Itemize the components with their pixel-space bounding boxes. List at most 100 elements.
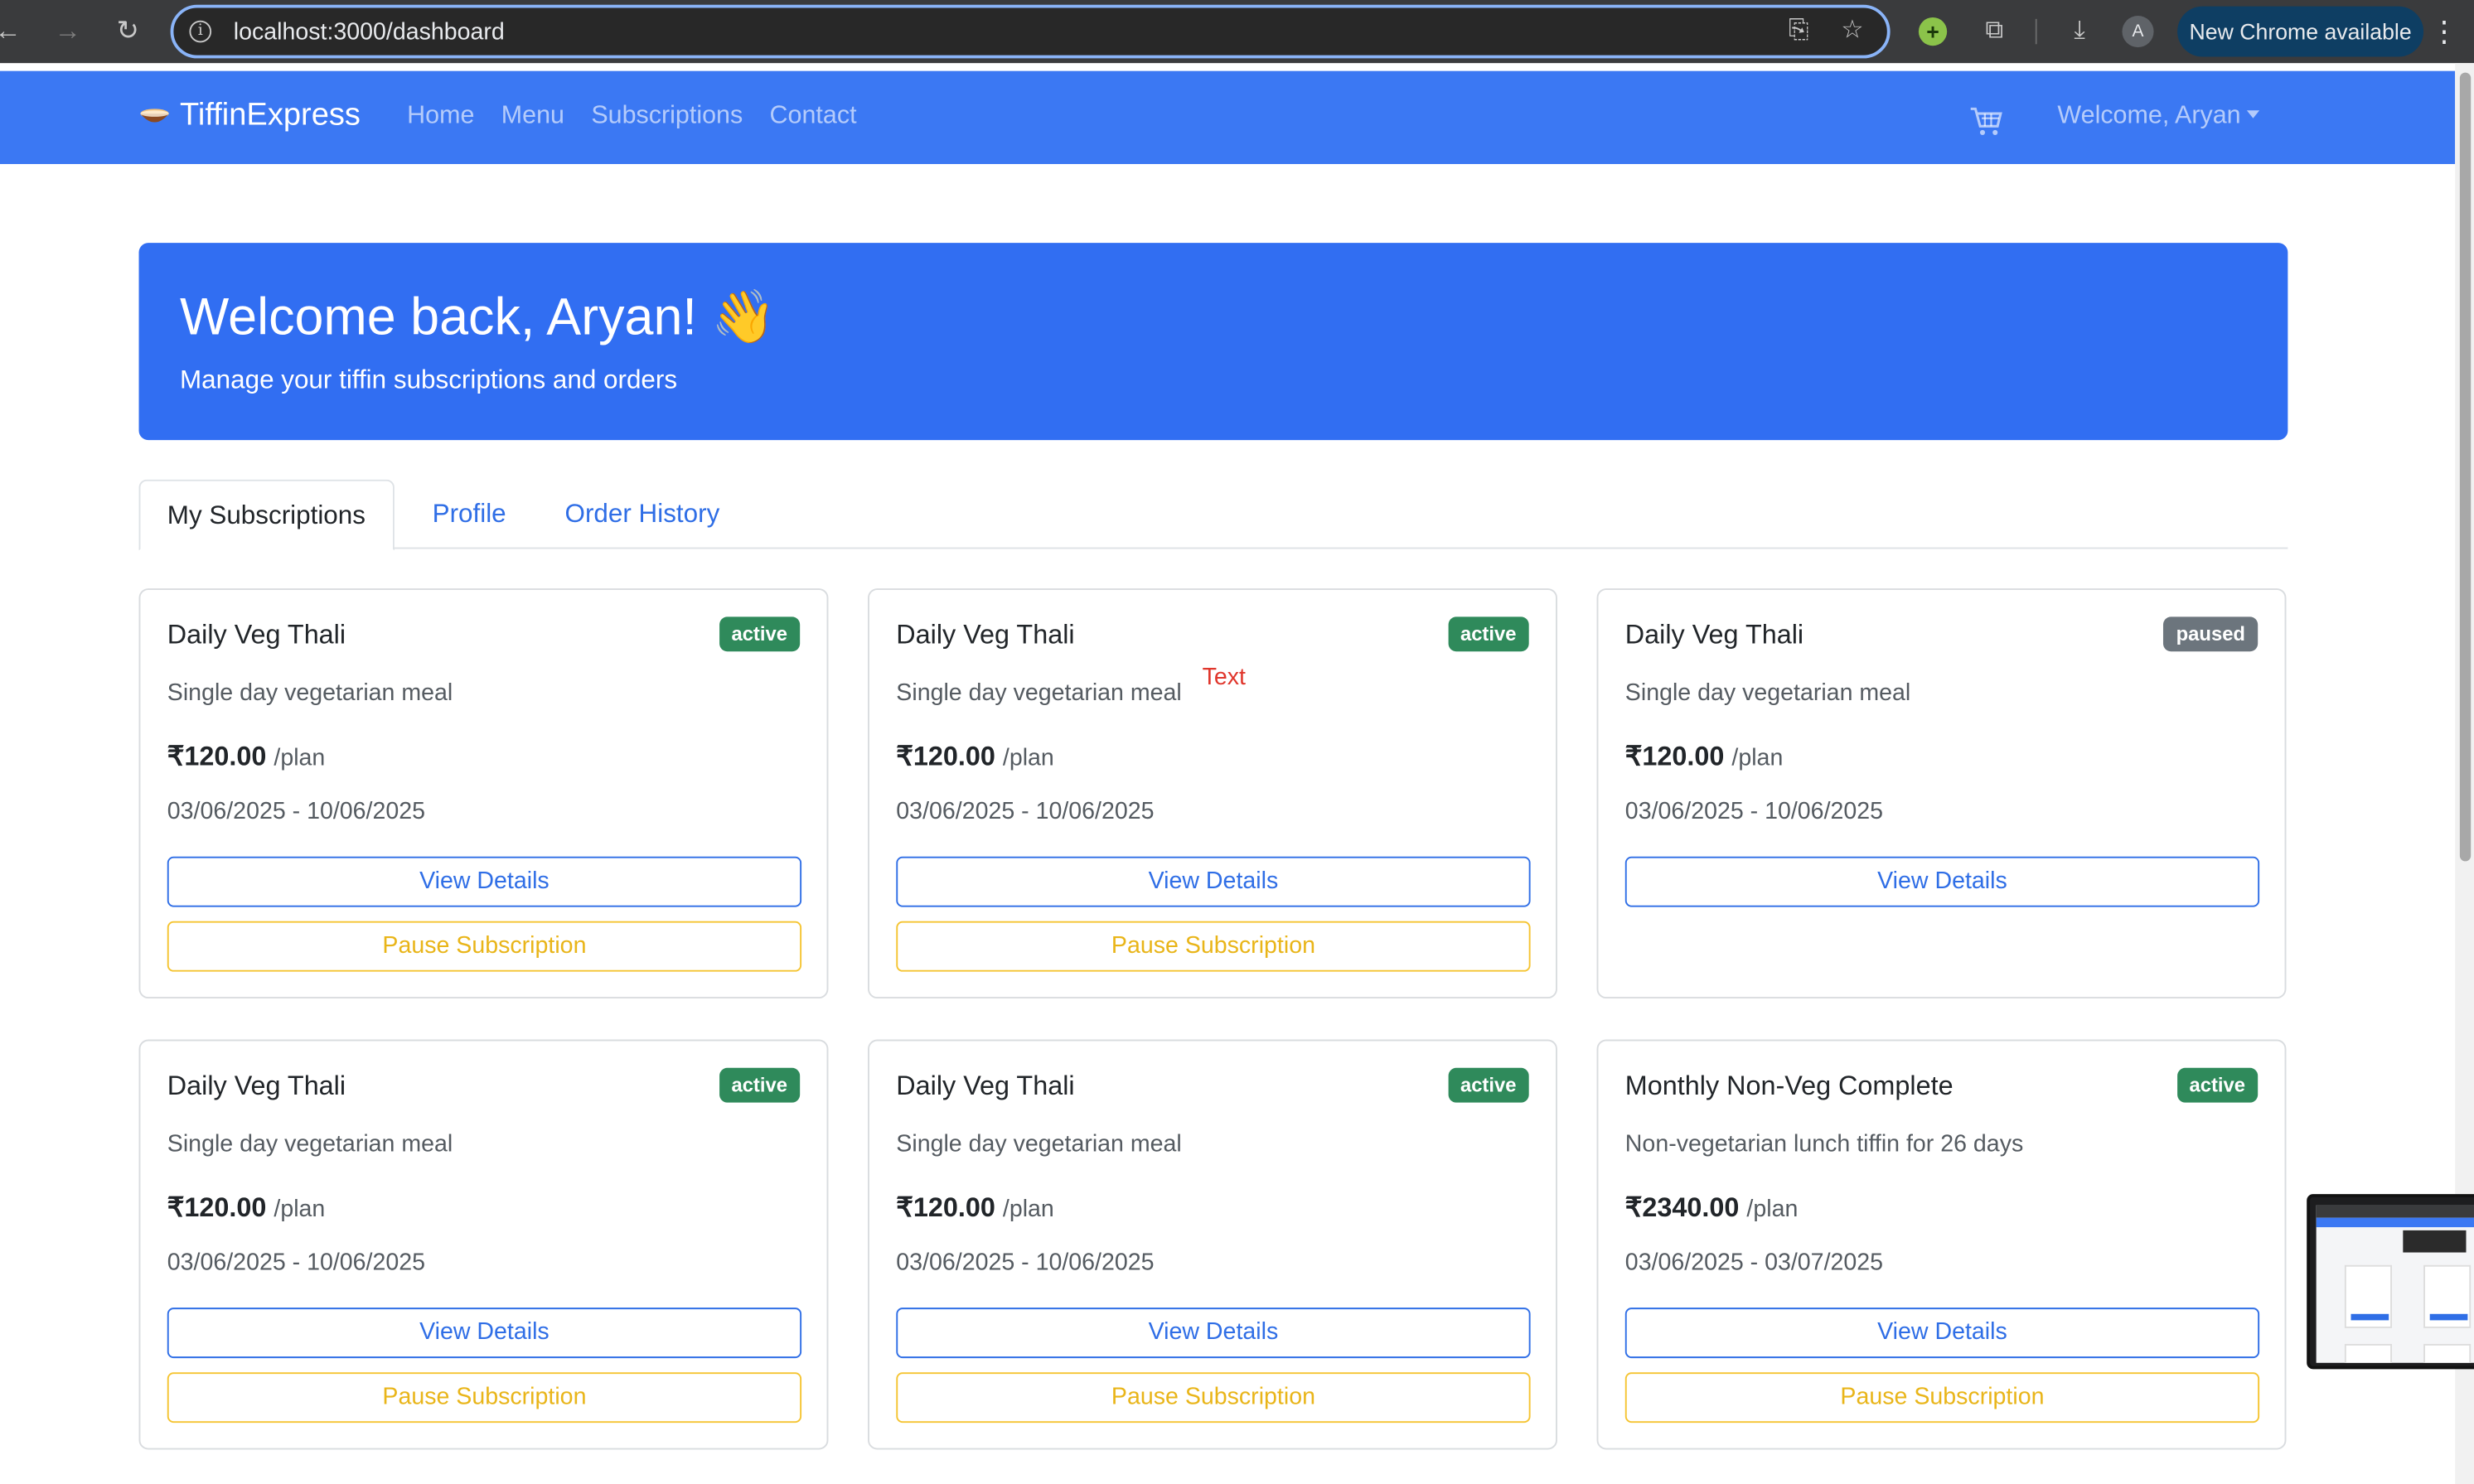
screen-preview-thumbnail[interactable] [2307,1194,2474,1370]
extension-plus-icon[interactable]: + [1918,17,1948,46]
install-app-icon[interactable]: ⎘ [1783,16,1814,47]
plan-price: ₹120.00 /plan [167,742,326,773]
price-unit: /plan [274,744,326,771]
thumbnail-button [2351,1313,2389,1321]
view-details-button[interactable]: View Details [167,856,802,907]
status-badge: active [2176,1067,2259,1103]
chrome-update-button[interactable]: New Chrome available [2177,6,2424,57]
toolbar-divider [2035,18,2037,45]
address-bar[interactable]: i localhost:3000/dashboard ⎘ ☆ [170,4,1891,59]
plan-title: Monthly Non-Veg Complete [1624,1071,1954,1101]
extensions-puzzle-icon[interactable]: ⧉ [1977,14,2012,49]
plan-price: ₹2340.00 /plan [1625,1192,1799,1224]
site-info-icon[interactable]: i [189,20,212,43]
status-badge: active [719,1067,801,1103]
plan-title: Daily Veg Thali [896,1071,1075,1101]
pause-subscription-button[interactable]: Pause Subscription [896,1372,1531,1424]
welcome-banner: Welcome back, Aryan! 👋 Manage your tiffi… [138,243,2288,441]
plan-description: Single day vegetarian meal [896,679,1182,707]
nav-link-home[interactable]: Home [407,103,474,131]
subscription-card: Monthly Non-Veg Complete active Non-vege… [1596,1039,2287,1450]
subscription-card: Daily Veg Thali active Single day vegeta… [868,588,1557,999]
subscription-card: Daily Veg Thali active Single day vegeta… [138,588,829,999]
plan-price: ₹120.00 /plan [167,1192,326,1224]
plan-price: ₹120.00 /plan [896,1192,1054,1224]
view-details-button[interactable]: View Details [896,856,1531,907]
plan-title: Daily Veg Thali [1624,620,1804,650]
price-unit: /plan [1746,1196,1799,1223]
welcome-heading: Welcome back, Aryan! 👋 [180,287,777,346]
screenshot-stage: ← → ↻ i localhost:3000/dashboard ⎘ ☆ + ⧉… [0,0,2474,1484]
pause-subscription-button[interactable]: Pause Subscription [167,1372,802,1424]
bookmark-star-icon[interactable]: ☆ [1837,16,1868,47]
plan-dates: 03/06/2025 - 10/06/2025 [167,1249,426,1277]
view-details-button[interactable]: View Details [1624,1308,2260,1359]
url-text[interactable]: localhost:3000/dashboard [234,19,505,46]
tiffin-bowl-icon [140,108,169,122]
plan-title: Daily Veg Thali [167,620,346,650]
pause-subscription-button[interactable]: Pause Subscription [896,921,1531,972]
subscription-card: Daily Veg Thali active Single day vegeta… [868,1039,1557,1450]
brand-link[interactable]: TiffinExpress [139,98,361,134]
profile-avatar[interactable]: A [2122,16,2154,48]
nav-link-contact[interactable]: Contact [770,103,857,131]
thumbnail-screen [2316,1205,2474,1363]
view-details-button[interactable]: View Details [167,1308,802,1359]
pause-subscription-button[interactable]: Pause Subscription [1624,1372,2260,1424]
tab-profile[interactable]: Profile [405,480,533,549]
chrome-menu-icon[interactable]: ⋮ [2430,14,2458,49]
subscription-card: Daily Veg Thali active Single day vegeta… [138,1039,829,1450]
thumbnail-card [2344,1264,2393,1328]
plan-description: Single day vegetarian meal [167,679,453,707]
thumbnail-popup [2403,1230,2467,1253]
plan-price: ₹120.00 /plan [1625,742,1784,773]
price-amount: ₹120.00 [167,1192,267,1223]
plan-title: Daily Veg Thali [896,620,1075,650]
status-badge: active [1447,1067,1529,1103]
brand-name: TiffinExpress [180,98,361,133]
price-amount: ₹120.00 [1624,741,1725,771]
back-arrow-icon[interactable]: ← [0,14,25,49]
nav-link-subscriptions[interactable]: Subscriptions [591,103,743,131]
dashboard-tabs: My Subscriptions Profile Order History [138,479,2288,551]
plan-description: Non-vegetarian lunch tiffin for 26 days [1624,1130,2024,1158]
price-amount: ₹120.00 [896,741,995,771]
nav-link-menu[interactable]: Menu [501,103,564,131]
pause-subscription-button[interactable]: Pause Subscription [167,921,802,972]
status-badge: paused [2163,616,2259,652]
plan-title: Daily Veg Thali [167,1071,346,1101]
subscription-card: Daily Veg Thali paused Single day vegeta… [1596,588,2287,999]
status-badge: active [1447,616,1529,652]
user-dropdown-label: Welcome, Aryan [2057,102,2241,130]
reload-icon[interactable]: ↻ [110,14,145,49]
price-unit: /plan [1002,744,1054,771]
thumbnail-toolbar [2316,1205,2474,1218]
price-amount: ₹2340.00 [1624,1192,1740,1223]
thumbnail-navbar [2316,1217,2474,1228]
thumbnail-card [2423,1343,2472,1363]
user-dropdown[interactable]: Welcome, Aryan [2057,102,2260,131]
cart-icon[interactable] [1969,106,2004,138]
price-unit: /plan [1002,1196,1054,1223]
tab-my-subscriptions[interactable]: My Subscriptions [138,479,395,551]
forward-arrow-icon[interactable]: → [51,14,85,49]
plan-description: Single day vegetarian meal [896,1130,1182,1158]
price-unit: /plan [1731,744,1784,771]
download-icon[interactable]: ⤓ [2062,14,2097,49]
plan-dates: 03/06/2025 - 10/06/2025 [896,798,1155,825]
view-details-button[interactable]: View Details [1624,856,2260,907]
app-navbar: TiffinExpress Home Menu Subscriptions Co… [0,70,2456,164]
thumbnail-card [2423,1264,2472,1328]
thumbnail-button [2429,1313,2468,1321]
status-badge: active [719,616,801,652]
tab-order-history[interactable]: Order History [538,480,746,549]
scrollbar-thumb[interactable] [2459,72,2472,862]
plan-dates: 03/06/2025 - 10/06/2025 [896,1249,1155,1277]
plan-dates: 03/06/2025 - 10/06/2025 [167,798,426,825]
view-details-button[interactable]: View Details [896,1308,1531,1359]
price-unit: /plan [274,1196,326,1223]
plan-dates: 03/06/2025 - 10/06/2025 [1624,798,1884,825]
nav-links: Home Menu Subscriptions Contact [407,103,884,131]
plan-description: Single day vegetarian meal [167,1130,453,1158]
stray-text-label: Text [1202,664,1247,691]
